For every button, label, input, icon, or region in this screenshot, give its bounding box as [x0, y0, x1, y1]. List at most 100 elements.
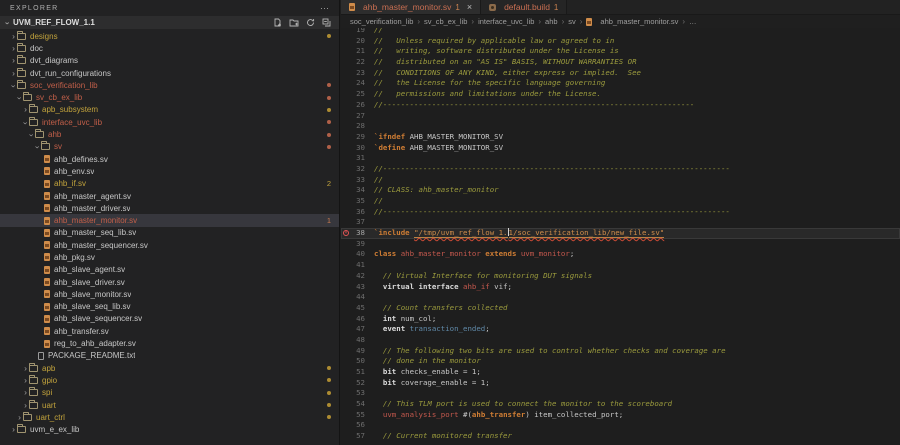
- line-number[interactable]: 25: [341, 89, 374, 100]
- line-number[interactable]: 20: [341, 36, 374, 47]
- code-line-31[interactable]: 31: [341, 153, 900, 164]
- code-line-46[interactable]: 46 int num_col;: [341, 314, 900, 325]
- code-line-32[interactable]: 32//------------------------------------…: [341, 164, 900, 175]
- line-number[interactable]: 34: [341, 185, 374, 196]
- tree-item-ahb-master-agent-sv[interactable]: ahb_master_agent.sv: [0, 190, 339, 202]
- line-number[interactable]: 39: [341, 239, 374, 250]
- breadcrumb-item-ahb[interactable]: ahb: [545, 17, 558, 26]
- code-area[interactable]: 19//20// Unless required by applicable l…: [341, 28, 900, 445]
- code-line-50[interactable]: 50 // done in the monitor: [341, 356, 900, 367]
- code-line-29[interactable]: 29`ifndef AHB_MASTER_MONITOR_SV: [341, 132, 900, 143]
- code-line-57[interactable]: 57 // Current monitored transfer: [341, 431, 900, 442]
- tree-item-ahb-master-driver-sv[interactable]: ahb_master_driver.sv: [0, 202, 339, 214]
- tree-item-spi[interactable]: ›spi: [0, 387, 339, 399]
- breadcrumb-item-sv[interactable]: sv: [568, 17, 576, 26]
- breadcrumb-item-soc-verification-lib[interactable]: soc_verification_lib: [350, 17, 413, 26]
- code-line-51[interactable]: 51 bit checks_enable = 1;: [341, 367, 900, 378]
- line-number[interactable]: 36: [341, 207, 374, 218]
- tree-item-package-readme-txt[interactable]: PACKAGE_README.txt: [0, 350, 339, 362]
- tree-item-uart-ctrl[interactable]: ›uart_ctrl: [0, 411, 339, 423]
- tab-ahb-master-monitor-sv[interactable]: ahb_master_monitor.sv1×: [341, 0, 481, 14]
- code-line-26[interactable]: 26//------------------------------------…: [341, 100, 900, 111]
- tree-item-designs[interactable]: ›designs: [0, 30, 339, 42]
- new-file-icon[interactable]: [273, 18, 282, 27]
- code-line-52[interactable]: 52 bit coverage_enable = 1;: [341, 378, 900, 389]
- line-number[interactable]: 51: [341, 367, 374, 378]
- tree-item-uvm-e-ex-lib[interactable]: ›uvm_e_ex_lib: [0, 424, 339, 436]
- line-number[interactable]: 41: [341, 260, 374, 271]
- code-line-55[interactable]: 55 uvm_analysis_port #(ahb_transfer) ite…: [341, 410, 900, 421]
- tree-item-ahb-slave-monitor-sv[interactable]: ahb_slave_monitor.sv: [0, 288, 339, 300]
- code-line-42[interactable]: 42 // Virtual Interface for monitoring D…: [341, 271, 900, 282]
- line-number[interactable]: 21: [341, 46, 374, 57]
- line-number[interactable]: 46: [341, 314, 374, 325]
- line-number[interactable]: 42: [341, 271, 374, 282]
- line-number[interactable]: 57: [341, 431, 374, 442]
- line-number[interactable]: 23: [341, 68, 374, 79]
- code-line-48[interactable]: 48: [341, 335, 900, 346]
- code-line-36[interactable]: 36//------------------------------------…: [341, 207, 900, 218]
- code-line-56[interactable]: 56: [341, 420, 900, 431]
- tree-item-apb-subsystem[interactable]: ›apb_subsystem: [0, 104, 339, 116]
- code-line-20[interactable]: 20// Unless required by applicable law o…: [341, 36, 900, 47]
- line-number[interactable]: 55: [341, 410, 374, 421]
- tree-item-dvt-diagrams[interactable]: ›dvt_diagrams: [0, 55, 339, 67]
- code-line-23[interactable]: 23// CONDITIONS OF ANY KIND, either expr…: [341, 68, 900, 79]
- code-line-54[interactable]: 54 // This TLM port is used to connect t…: [341, 399, 900, 410]
- tree-item-ahb-slave-sequencer-sv[interactable]: ahb_slave_sequencer.sv: [0, 313, 339, 325]
- code-line-39[interactable]: 39: [341, 239, 900, 250]
- tree-item-sv-cb-ex-lib[interactable]: ›sv_cb_ex_lib: [0, 91, 339, 103]
- code-line-37[interactable]: 37: [341, 217, 900, 228]
- tree-item-ahb-if-sv[interactable]: ahb_if.sv2: [0, 178, 339, 190]
- tree-item-ahb-slave-seq-lib-sv[interactable]: ahb_slave_seq_lib.sv: [0, 301, 339, 313]
- breadcrumb-item-[interactable]: …: [689, 17, 697, 26]
- line-number[interactable]: 47: [341, 324, 374, 335]
- code-line-45[interactable]: 45 // Count transfers collected: [341, 303, 900, 314]
- code-line-22[interactable]: 22// distributed on an "AS IS" BASIS, WI…: [341, 57, 900, 68]
- tree-item-reg-to-ahb-adapter-sv[interactable]: reg_to_ahb_adapter.sv: [0, 337, 339, 349]
- code-line-41[interactable]: 41: [341, 260, 900, 271]
- line-number[interactable]: 37: [341, 217, 374, 228]
- line-number[interactable]: 56: [341, 420, 374, 431]
- refresh-icon[interactable]: [306, 18, 315, 27]
- breadcrumb-item-sv-cb-ex-lib[interactable]: sv_cb_ex_lib: [424, 17, 467, 26]
- tree-item-apb[interactable]: ›apb: [0, 362, 339, 374]
- code-line-19[interactable]: 19//: [341, 28, 900, 36]
- tree-item-sv[interactable]: ›sv: [0, 141, 339, 153]
- line-number[interactable]: 29: [341, 132, 374, 143]
- line-number[interactable]: 27: [341, 111, 374, 122]
- line-number[interactable]: 43: [341, 282, 374, 293]
- code-line-49[interactable]: 49 // The following two bits are used to…: [341, 346, 900, 357]
- line-number[interactable]: 44: [341, 292, 374, 303]
- line-number[interactable]: 35: [341, 196, 374, 207]
- line-number[interactable]: 49: [341, 346, 374, 357]
- more-actions-icon[interactable]: ⋯: [320, 3, 329, 14]
- code-line-40[interactable]: 40class ahb_master_monitor extends uvm_m…: [341, 249, 900, 260]
- tab-default-build[interactable]: default.build1: [481, 0, 567, 14]
- code-line-25[interactable]: 25// permissions and limitations under t…: [341, 89, 900, 100]
- code-line-53[interactable]: 53: [341, 388, 900, 399]
- close-icon[interactable]: ×: [467, 2, 472, 12]
- line-number[interactable]: 33: [341, 175, 374, 186]
- line-number[interactable]: 32: [341, 164, 374, 175]
- tree-item-gpio[interactable]: ›gpio: [0, 374, 339, 386]
- code-line-24[interactable]: 24// the License for the specific langua…: [341, 78, 900, 89]
- breadcrumb-item-interface-uvc-lib[interactable]: interface_uvc_lib: [478, 17, 534, 26]
- line-number[interactable]: 50: [341, 356, 374, 367]
- breadcrumb-item-ahb-master-monitor-sv[interactable]: ahb_master_monitor.sv: [600, 17, 678, 26]
- tree-item-ahb-master-monitor-sv[interactable]: ahb_master_monitor.sv1: [0, 214, 339, 226]
- code-line-30[interactable]: 30`define AHB_MASTER_MONITOR_SV: [341, 143, 900, 154]
- code-line-21[interactable]: 21// writing, software distributed under…: [341, 46, 900, 57]
- line-number[interactable]: 19: [341, 28, 374, 36]
- code-line-38[interactable]: ×38`include "/tmp/uvm_ref_flow_1.1/soc_v…: [341, 228, 900, 239]
- line-number[interactable]: 48: [341, 335, 374, 346]
- collapse-all-icon[interactable]: [322, 18, 331, 27]
- line-number[interactable]: 22: [341, 57, 374, 68]
- tree-item-ahb-slave-agent-sv[interactable]: ahb_slave_agent.sv: [0, 264, 339, 276]
- code-line-27[interactable]: 27: [341, 111, 900, 122]
- tree-item-ahb-defines-sv[interactable]: ahb_defines.sv: [0, 153, 339, 165]
- tree-item-soc-verification-lib[interactable]: ›soc_verification_lib: [0, 79, 339, 91]
- line-number[interactable]: 52: [341, 378, 374, 389]
- tree-item-uart[interactable]: ›uart: [0, 399, 339, 411]
- tree-item-ahb-pkg-sv[interactable]: ahb_pkg.sv: [0, 251, 339, 263]
